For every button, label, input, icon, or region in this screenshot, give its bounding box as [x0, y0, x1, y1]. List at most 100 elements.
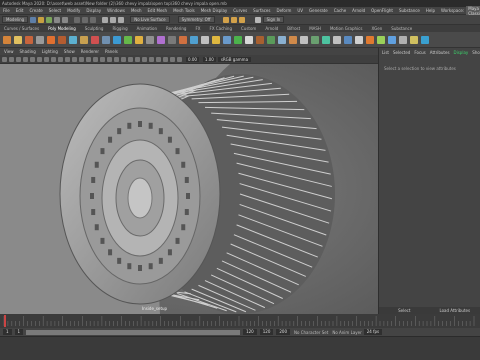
save-scene-icon[interactable]: [46, 16, 53, 23]
sign-in-button[interactable]: Sign In: [262, 16, 285, 23]
channel-tab-focus[interactable]: Focus: [414, 50, 425, 55]
lights-icon[interactable]: [107, 56, 112, 62]
insert-loop-icon[interactable]: [245, 35, 253, 44]
menu-select[interactable]: Select: [49, 8, 61, 13]
camera-icon[interactable]: [2, 56, 7, 62]
cube-icon[interactable]: [80, 35, 88, 44]
shelf-tab-custom[interactable]: Custom: [241, 26, 256, 31]
range-start-field[interactable]: 1: [3, 329, 12, 335]
render-view-icon[interactable]: [399, 35, 407, 44]
panel-menu-lighting[interactable]: Lighting: [42, 49, 58, 54]
menu-edit-mesh[interactable]: Edit Mesh: [148, 8, 168, 13]
panel-menu-panels[interactable]: Panels: [105, 49, 118, 54]
menu-file[interactable]: File: [3, 8, 10, 13]
workspace-value[interactable]: Maya Classic: [466, 5, 480, 16]
shelf-tab-curves-surfaces[interactable]: Curves / Surfaces: [4, 26, 39, 31]
shelf-tab-bifrost[interactable]: Bifrost: [287, 26, 300, 31]
range-bar[interactable]: [26, 329, 241, 335]
arrow-icon[interactable]: [3, 35, 11, 44]
menu-help[interactable]: Help: [426, 8, 435, 13]
xray-icon[interactable]: [156, 56, 161, 62]
snap-grid-icon[interactable]: [102, 16, 109, 23]
menu-edit[interactable]: Edit: [16, 8, 24, 13]
select-object-icon[interactable]: [82, 16, 89, 23]
render-settings-icon[interactable]: [238, 16, 245, 23]
auto-uv-icon[interactable]: [333, 35, 341, 44]
playback-start-field[interactable]: 1: [14, 329, 24, 335]
rotate-icon[interactable]: [47, 35, 55, 44]
channel-tab-attributes[interactable]: Attributes: [430, 50, 450, 55]
gamma-field[interactable]: 1.00: [202, 56, 216, 62]
backface-icon[interactable]: [177, 56, 182, 62]
ambient-occlusion-icon[interactable]: [121, 56, 126, 62]
light-icon[interactable]: [421, 35, 429, 44]
hypershade-icon[interactable]: [410, 35, 418, 44]
layout-icon[interactable]: [355, 35, 363, 44]
select-component-icon[interactable]: [90, 16, 97, 23]
multicut-icon[interactable]: [234, 35, 242, 44]
smooth-icon[interactable]: [201, 35, 209, 44]
snap-point-icon[interactable]: [118, 16, 125, 23]
boolean-icon[interactable]: [212, 35, 220, 44]
new-scene-icon[interactable]: [30, 16, 37, 23]
menu-modify[interactable]: Modify: [67, 8, 80, 13]
center-pivot-icon[interactable]: [366, 35, 374, 44]
lasso-icon[interactable]: [14, 35, 22, 44]
ipr-render-icon[interactable]: [230, 16, 237, 23]
playback-end-field[interactable]: 120: [243, 329, 257, 335]
smooth-shade-icon[interactable]: [86, 56, 91, 62]
menu-display[interactable]: Display: [86, 8, 101, 13]
isolate-select-icon[interactable]: [149, 56, 154, 62]
open-scene-icon[interactable]: [38, 16, 45, 23]
torus-icon[interactable]: [124, 35, 132, 44]
color-space-dropdown[interactable]: sRGB gamma: [217, 56, 252, 62]
bookmark-icon[interactable]: [16, 56, 21, 62]
field-chart-icon[interactable]: [58, 56, 63, 62]
scale-icon[interactable]: [58, 35, 66, 44]
uv-editor-icon[interactable]: [311, 35, 319, 44]
sphere-icon[interactable]: [69, 35, 77, 44]
menu-surfaces[interactable]: Surfaces: [253, 8, 270, 13]
menu-deform[interactable]: Deform: [276, 8, 291, 13]
shelf-tab-arnold[interactable]: Arnold: [265, 26, 278, 31]
user-icon[interactable]: [254, 16, 261, 23]
anim-end-field[interactable]: 200: [276, 329, 291, 335]
target-weld-icon[interactable]: [256, 35, 264, 44]
render-icon[interactable]: [222, 16, 229, 23]
redo-icon[interactable]: [62, 16, 69, 23]
channel-tab-display[interactable]: Display: [454, 50, 469, 55]
bridge-icon[interactable]: [157, 35, 165, 44]
depth-of-field-icon[interactable]: [142, 56, 147, 62]
menu-curves[interactable]: Curves: [233, 8, 247, 13]
channel-tab-show[interactable]: Show: [472, 50, 480, 55]
exposure-field[interactable]: 0.00: [186, 56, 199, 62]
xray-active-icon[interactable]: [163, 56, 168, 62]
default-material-icon[interactable]: [93, 56, 98, 62]
offset-loop-icon[interactable]: [278, 35, 286, 44]
character-set-dropdown[interactable]: No Character Set: [294, 330, 328, 335]
live-surface-field[interactable]: No Live Surface: [130, 16, 170, 23]
motion-blur-icon[interactable]: [128, 56, 133, 62]
paint-select-icon[interactable]: [25, 35, 33, 44]
grid-icon[interactable]: [30, 56, 35, 62]
shelf-tab-rendering[interactable]: Rendering: [166, 26, 186, 31]
combine-icon[interactable]: [179, 35, 187, 44]
anim-layer-dropdown[interactable]: No Anim Layer: [332, 330, 361, 335]
time-slider[interactable]: [0, 314, 480, 328]
menuset-dropdown[interactable]: Modeling: [2, 16, 29, 23]
shelf-tab-fx-caching[interactable]: FX Caching: [210, 26, 232, 31]
panel-menu-shading[interactable]: Shading: [20, 49, 36, 54]
safe-title-icon[interactable]: [72, 56, 77, 62]
image-plane-icon[interactable]: [23, 56, 28, 62]
shelf-tab-poly-modeling[interactable]: Poly Modeling: [48, 26, 76, 31]
range-end-field[interactable]: 120: [259, 329, 274, 335]
unfold-icon[interactable]: [344, 35, 352, 44]
plane-icon[interactable]: [113, 35, 121, 44]
connect-icon[interactable]: [289, 35, 297, 44]
panel-menu-show[interactable]: Show: [64, 49, 75, 54]
undo-icon[interactable]: [54, 16, 61, 23]
menu-arnold[interactable]: Arnold: [352, 8, 365, 13]
current-frame-marker[interactable]: [4, 315, 6, 327]
xray-joints-icon[interactable]: [170, 56, 175, 62]
safe-action-icon[interactable]: [65, 56, 70, 62]
